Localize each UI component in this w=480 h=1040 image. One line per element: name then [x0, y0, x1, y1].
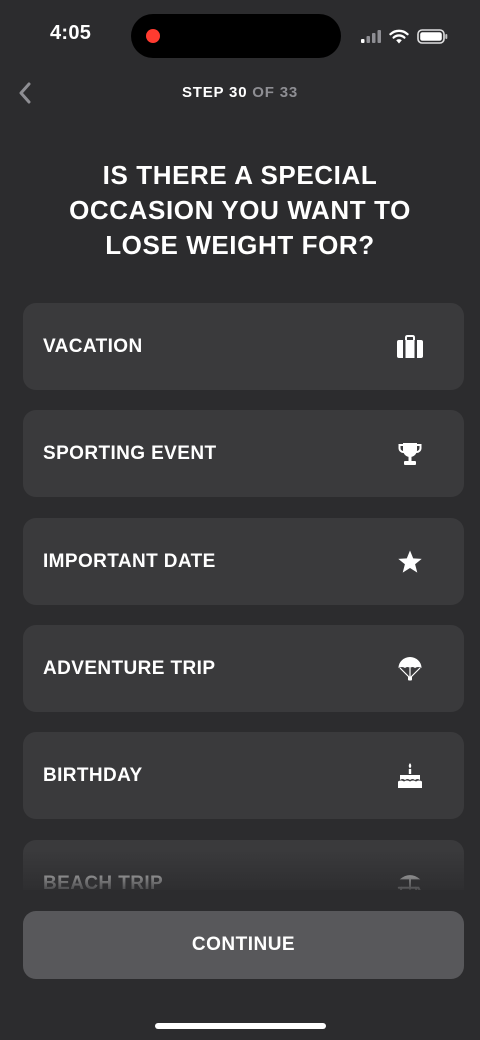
recording-indicator-icon: [146, 29, 160, 43]
continue-button[interactable]: CONTINUE: [23, 911, 464, 979]
options-list[interactable]: VACATION SPORTING EVENT IMPORTANT DATE A…: [23, 303, 464, 890]
parachute-icon: [396, 655, 424, 683]
dynamic-island: [131, 14, 341, 58]
status-bar: 4:05: [0, 0, 480, 72]
star-icon: [396, 548, 424, 576]
option-important-date[interactable]: IMPORTANT DATE: [23, 518, 464, 605]
step-current: STEP 30: [181, 84, 248, 101]
step-total: OF 33: [247, 84, 298, 101]
status-time: 4:05: [50, 22, 92, 44]
cellular-signal-icon: [361, 30, 381, 43]
suitcase-icon: [396, 333, 424, 361]
status-icons: [361, 25, 448, 47]
option-sporting-event[interactable]: SPORTING EVENT: [23, 410, 464, 497]
cake-icon: [396, 762, 424, 790]
trophy-icon: [396, 440, 424, 468]
option-adventure-trip[interactable]: ADVENTURE TRIP: [23, 625, 464, 712]
step-indicator: STEP 30 OF 33: [0, 84, 480, 101]
option-beach-trip[interactable]: BEACH TRIP: [23, 840, 464, 890]
option-label: BEACH TRIP: [43, 873, 164, 890]
option-vacation[interactable]: VACATION: [23, 303, 464, 390]
question-title: IS THERE A SPECIAL OCCASION YOU WANT TO …: [69, 160, 411, 260]
beach-chair-icon: [396, 870, 424, 890]
option-label: VACATION: [43, 336, 143, 357]
wifi-icon: [389, 29, 409, 43]
option-label: BIRTHDAY: [43, 765, 143, 786]
battery-icon: [417, 28, 448, 44]
option-label: IMPORTANT DATE: [43, 551, 216, 572]
home-indicator[interactable]: [155, 1023, 326, 1029]
header: STEP 30 OF 33: [0, 72, 480, 114]
option-label: SPORTING EVENT: [43, 443, 217, 464]
option-birthday[interactable]: BIRTHDAY: [23, 732, 464, 819]
option-label: ADVENTURE TRIP: [43, 658, 216, 679]
screen: 4:05 STEP 30 OF 33 IS THERE A SPECIAL OC…: [0, 0, 480, 1040]
